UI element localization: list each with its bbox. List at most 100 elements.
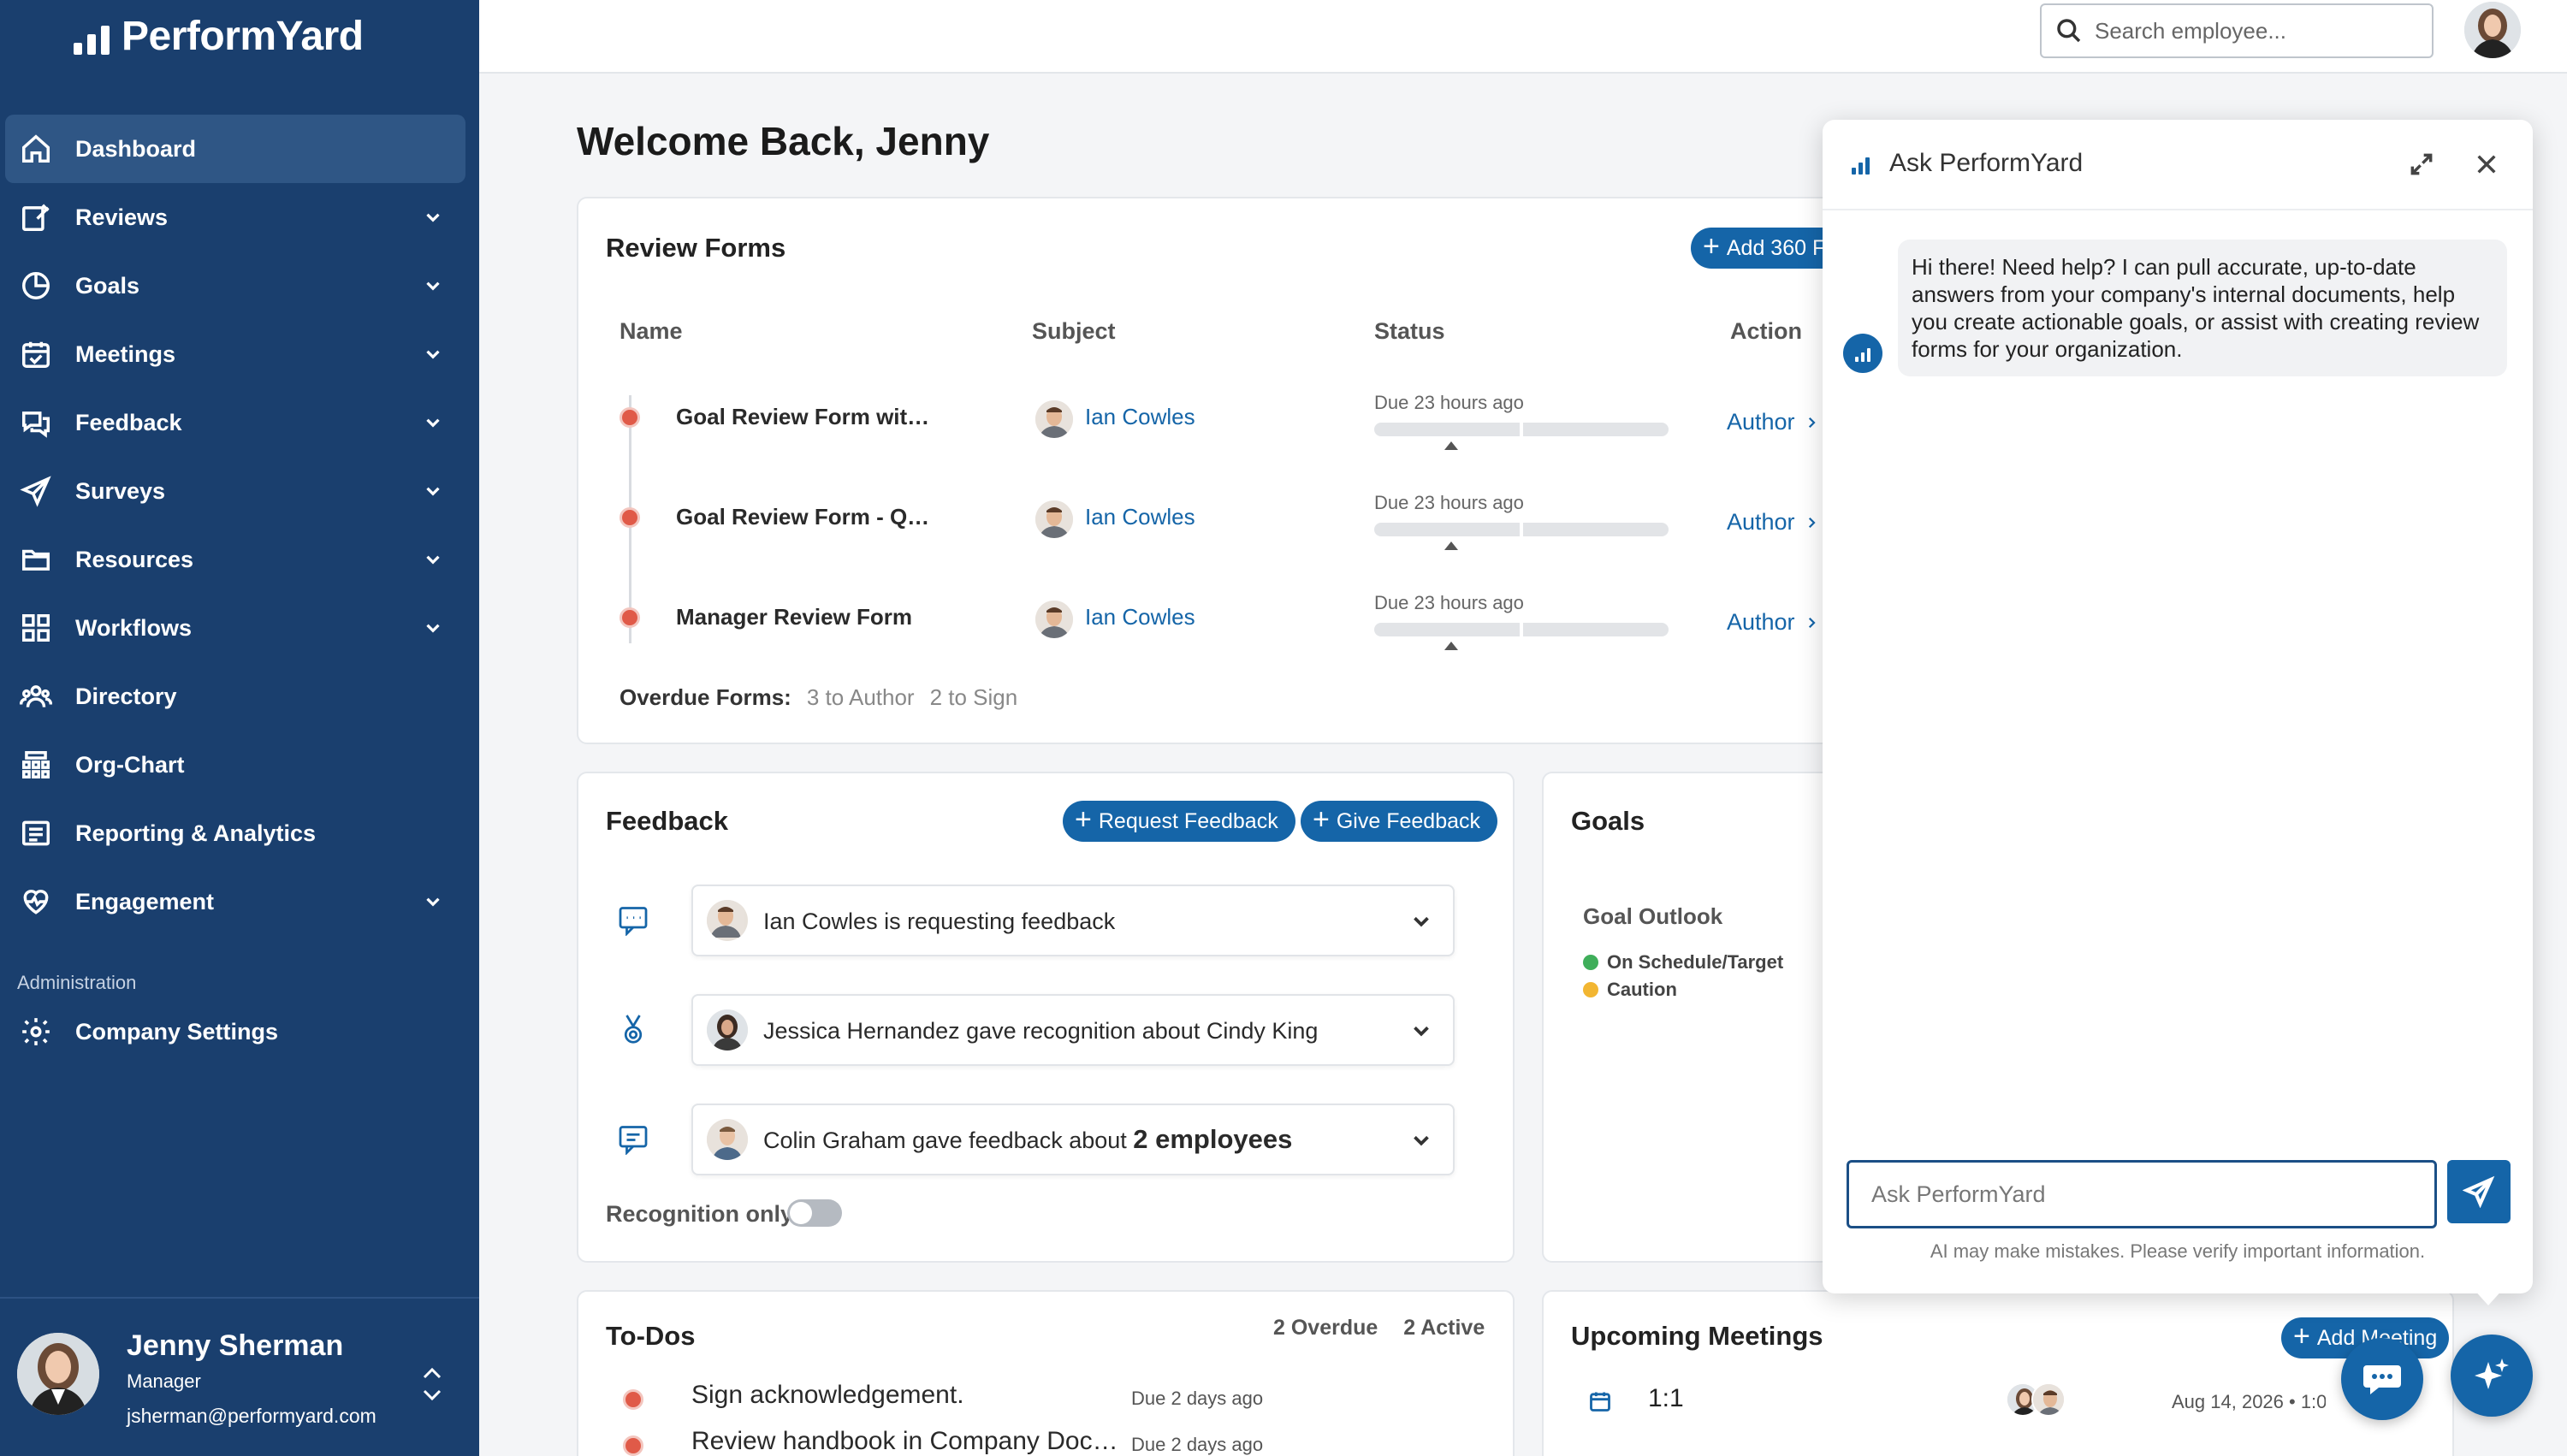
sidebar-item-reviews[interactable]: Reviews bbox=[5, 183, 465, 252]
profile-avatar[interactable] bbox=[2464, 2, 2521, 58]
sidebar-item-label: Goals bbox=[75, 272, 140, 299]
chat-fab-button[interactable] bbox=[2341, 1338, 2423, 1420]
chevron-down-icon[interactable] bbox=[1408, 1018, 1434, 1044]
sidebar-item-workflows[interactable]: Workflows bbox=[5, 594, 465, 662]
chevron-down-icon[interactable] bbox=[416, 885, 450, 919]
author-action-link[interactable]: Author bbox=[1727, 409, 1819, 435]
feedback-title: Feedback bbox=[606, 806, 729, 836]
chat-input-container[interactable] bbox=[1847, 1160, 2437, 1228]
send-icon bbox=[2463, 1175, 2495, 1208]
overdue-author-link[interactable]: 3 to Author bbox=[807, 684, 915, 711]
send-button[interactable] bbox=[2447, 1160, 2511, 1223]
overdue-sign-link[interactable]: 2 to Sign bbox=[930, 684, 1018, 711]
overdue-status-dot bbox=[620, 507, 640, 528]
todo-text[interactable]: Sign acknowledgement. bbox=[691, 1381, 1129, 1410]
sidebar-item-directory[interactable]: Directory bbox=[5, 662, 465, 731]
chevron-down-icon[interactable] bbox=[416, 337, 450, 371]
sidebar-item-feedback[interactable]: Feedback bbox=[5, 388, 465, 457]
search-input[interactable] bbox=[2095, 17, 2411, 44]
subject-link[interactable]: Ian Cowles bbox=[1085, 504, 1195, 530]
sidebar-item-surveys[interactable]: Surveys bbox=[5, 457, 465, 525]
sidebar-item-company-settings[interactable]: Company Settings bbox=[5, 997, 465, 1066]
review-form-row[interactable]: Manager Review Form Ian Cowles Due 23 hour… bbox=[578, 578, 1845, 674]
sidebar-item-label: Workflows bbox=[75, 614, 193, 641]
heart-pulse-icon bbox=[17, 883, 55, 920]
active-count-tab[interactable]: 2 Active bbox=[1403, 1316, 1485, 1341]
chevron-down-icon[interactable] bbox=[1408, 1128, 1434, 1153]
feedback-item[interactable]: Colin Graham gave feedback about 2 emplo… bbox=[691, 1104, 1455, 1175]
review-form-row[interactable]: Goal Review Form - Quarterly Ian Cowles Du… bbox=[578, 478, 1845, 574]
subject-link[interactable]: Ian Cowles bbox=[1085, 404, 1195, 430]
column-header-subject[interactable]: Subject bbox=[1032, 318, 1116, 345]
column-header-status[interactable]: Status bbox=[1374, 318, 1445, 345]
sidebar-item-dashboard[interactable]: Dashboard bbox=[5, 115, 465, 183]
person-avatar bbox=[707, 900, 748, 941]
attendee-avatar bbox=[2031, 1382, 2066, 1417]
chevron-down-icon[interactable] bbox=[416, 474, 450, 508]
chevron-down-icon[interactable] bbox=[416, 200, 450, 234]
todo-text[interactable]: Review handbook in Company Documents bbox=[691, 1427, 1129, 1456]
chevron-down-icon[interactable] bbox=[416, 611, 450, 645]
due-label: Due 23 hours ago bbox=[1374, 392, 1524, 413]
upcoming-meetings-card: Upcoming Meetings + Add Meeting 1:1 Aug 1… bbox=[1542, 1290, 2454, 1456]
sidebar-item-label: Company Settings bbox=[75, 1018, 279, 1045]
overdue-status-dot bbox=[623, 1389, 643, 1410]
subject-avatar bbox=[1035, 400, 1073, 438]
column-header-name[interactable]: Name bbox=[620, 318, 683, 345]
assistant-message: Hi there! Need help? I can pull accurate… bbox=[1898, 240, 2507, 376]
overdue-label: Overdue Forms: bbox=[620, 684, 791, 710]
logo-mark-icon bbox=[74, 17, 110, 55]
expand-icon[interactable] bbox=[2408, 151, 2435, 178]
chevron-down-icon[interactable] bbox=[416, 269, 450, 303]
close-icon[interactable] bbox=[2473, 151, 2500, 178]
user-menu-toggle-icon[interactable] bbox=[419, 1358, 445, 1410]
author-action-link[interactable]: Author bbox=[1727, 509, 1819, 536]
meeting-attendees bbox=[2006, 1382, 2066, 1417]
overdue-count-tab[interactable]: 2 Overdue bbox=[1273, 1316, 1378, 1341]
assistant-avatar-icon bbox=[1843, 334, 1882, 373]
folder-icon bbox=[17, 541, 55, 578]
sidebar-item-meetings[interactable]: Meetings bbox=[5, 320, 465, 388]
due-label: Due 23 hours ago bbox=[1374, 492, 1524, 513]
review-form-name[interactable]: Goal Review Form - Quarterly bbox=[676, 504, 933, 530]
review-form-row[interactable]: Goal Review Form with Ratings Ian Cowles D… bbox=[578, 378, 1845, 474]
sidebar-item-org-chart[interactable]: Org-Chart bbox=[5, 731, 465, 799]
ask-performyard-panel: Ask PerformYard Hi there! Need help? I c… bbox=[1823, 120, 2533, 1293]
give-feedback-button[interactable]: + Give Feedback bbox=[1301, 801, 1497, 842]
chat-input[interactable] bbox=[1871, 1181, 2412, 1208]
progress-bar bbox=[1374, 523, 1669, 536]
chevron-down-icon[interactable] bbox=[416, 405, 450, 440]
reviews-icon bbox=[17, 198, 55, 236]
sidebar-item-label: Dashboard bbox=[75, 135, 197, 162]
add-360-feedback-button[interactable]: +Add 360 Feedback bbox=[1691, 228, 1845, 269]
overdue-status-dot bbox=[623, 1435, 643, 1456]
review-form-name[interactable]: Manager Review Form bbox=[676, 604, 933, 630]
feedback-item[interactable]: Ian Cowles is requesting feedback bbox=[691, 885, 1455, 956]
admin-heading: Administration bbox=[17, 972, 137, 993]
chevron-down-icon[interactable] bbox=[1408, 909, 1434, 934]
sidebar-item-resources[interactable]: Resources bbox=[5, 525, 465, 594]
subject-link[interactable]: Ian Cowles bbox=[1085, 604, 1195, 630]
legend-dot bbox=[1583, 955, 1598, 970]
review-form-name[interactable]: Goal Review Form with Ratings bbox=[676, 404, 933, 430]
app-logo[interactable]: PerformYard bbox=[74, 12, 364, 60]
chevron-down-icon[interactable] bbox=[416, 542, 450, 577]
person-avatar bbox=[707, 1009, 748, 1051]
user-role: Manager bbox=[127, 1370, 201, 1392]
sidebar-item-reporting-analytics[interactable]: Reporting & Analytics bbox=[5, 799, 465, 867]
sidebar-item-engagement[interactable]: Engagement bbox=[5, 867, 465, 936]
ai-assistant-fab-button[interactable] bbox=[2451, 1335, 2533, 1417]
request-feedback-button[interactable]: + Request Feedback bbox=[1063, 801, 1295, 842]
author-action-link[interactable]: Author bbox=[1727, 609, 1819, 636]
feedback-item[interactable]: Jessica Hernandez gave recognition about… bbox=[691, 994, 1455, 1066]
sidebar-item-goals[interactable]: Goals bbox=[5, 252, 465, 320]
employee-search[interactable] bbox=[2040, 3, 2434, 58]
recognition-only-toggle[interactable] bbox=[787, 1199, 842, 1227]
user-panel[interactable]: Jenny Sherman Manager jsherman@performya… bbox=[0, 1297, 479, 1456]
progress-marker bbox=[1444, 642, 1458, 650]
todo-due: Due 2 days ago bbox=[1131, 1388, 1264, 1409]
people-icon bbox=[17, 678, 55, 715]
meeting-title[interactable]: 1:1 bbox=[1648, 1384, 1684, 1413]
goals-icon bbox=[17, 267, 55, 305]
column-header-action: Action bbox=[1730, 318, 1802, 344]
